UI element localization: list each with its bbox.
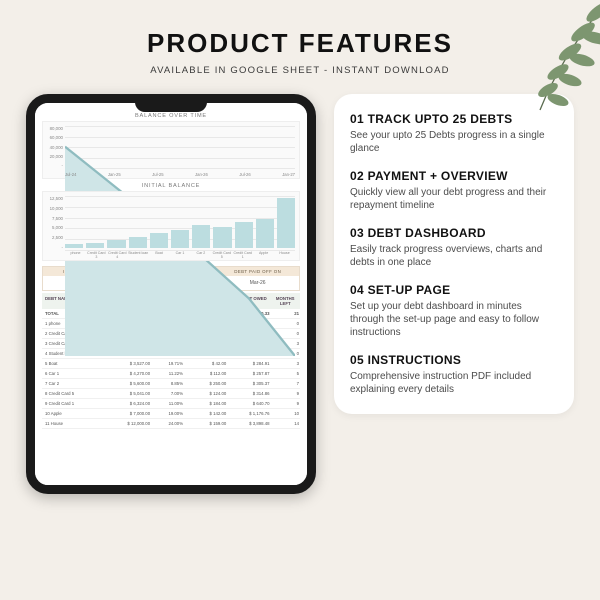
bar	[277, 198, 295, 248]
features-card: 01 TRACK UPTO 25 DEBTS See your upto 25 …	[334, 94, 574, 414]
area-x-axis: Jul-24 Jan-25 Jul-25 Jan-26 Jul-26 Jan-2…	[65, 172, 295, 177]
leaf-decoration	[480, 0, 600, 120]
bar	[171, 230, 189, 248]
table-row: 7 Car 2$ 5,600.008.85%$ 250.00$ 305.377	[42, 379, 300, 389]
bar	[129, 237, 147, 248]
feature-2: 02 PAYMENT + OVERVIEW Quickly view all y…	[350, 169, 558, 212]
area-chart-title: BALANCE OVER TIME	[42, 113, 300, 119]
tablet-mockup: BALANCE OVER TIME 80,000 60,000 40,000 2…	[26, 94, 316, 494]
table-row: 5 Boat$ 3,527.0019.71%$ 42.00$ 284.913	[42, 359, 300, 369]
table-row: 10 Apple$ 7,000.0019.00%$ 142.00$ 1,176.…	[42, 409, 300, 419]
bar-chart: 12,500 10,000 7,500 5,000 2,500 - phoneC…	[42, 191, 300, 261]
bar	[150, 233, 168, 248]
table-row: 6 Car 1$ 4,270.0011.22%$ 112.00$ 257.875	[42, 369, 300, 379]
feature-4: 04 SET-UP PAGE Set up your debt dashboar…	[350, 283, 558, 339]
feature-3: 03 DEBT DASHBOARD Easily track progress …	[350, 226, 558, 269]
bar	[256, 219, 274, 248]
bar	[65, 244, 83, 248]
bar	[235, 222, 253, 248]
tablet-screen: BALANCE OVER TIME 80,000 60,000 40,000 2…	[35, 103, 307, 485]
feature-5: 05 INSTRUCTIONS Comprehensive instructio…	[350, 353, 558, 396]
bar	[192, 225, 210, 248]
tablet-notch	[135, 101, 207, 112]
bar-x-axis: phoneCredit Card 3Credit Card 4Student l…	[65, 251, 295, 259]
bar	[107, 240, 125, 248]
bar-series	[65, 196, 295, 248]
bar-y-axis: 12,500 10,000 7,500 5,000 2,500 -	[45, 196, 63, 250]
area-chart: 80,000 60,000 40,000 20,000 - Jul-24 Jan…	[42, 121, 300, 179]
bar	[213, 227, 231, 248]
table-row: 9 Credit Card 1$ 6,324.0011.00%$ 184.00$…	[42, 399, 300, 409]
area-y-axis: 80,000 60,000 40,000 20,000 -	[45, 126, 63, 168]
bar	[86, 243, 104, 248]
table-row: 8 Credit Card 5$ 5,041.007.00%$ 124.00$ …	[42, 389, 300, 399]
table-row: 11 House$ 12,000.0024.00%$ 159.00$ 3,898…	[42, 419, 300, 429]
